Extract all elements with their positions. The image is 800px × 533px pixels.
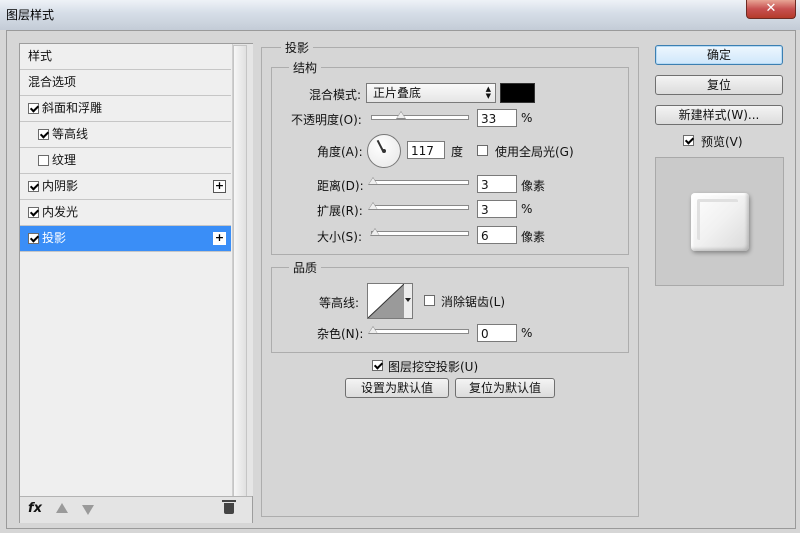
size-label: 大小(S): [317, 230, 363, 244]
sidebar-item-label: 等高线 [52, 127, 89, 141]
preview-thumbnail [655, 157, 784, 286]
knockout-checkbox[interactable] [372, 360, 383, 371]
style-list: 样式混合选项斜面和浮雕等高线纹理内阴影 + 内发光投影 + [20, 44, 231, 252]
move-up-icon[interactable] [56, 503, 68, 513]
select-arrows-icon: ▲ ▼ [485, 85, 491, 100]
sidebar-item[interactable]: 内阴影 + [20, 174, 231, 200]
sidebar-item-label: 内阴影 [42, 179, 79, 193]
noise-slider[interactable] [371, 329, 469, 334]
distance-label: 距离(D): [317, 179, 364, 193]
distance-slider[interactable] [371, 180, 469, 185]
sidebar-item-label: 投影 [42, 231, 67, 245]
antialias-label[interactable]: 消除锯齿(L) [441, 293, 505, 310]
sidebar-item-label: 样式 [28, 49, 53, 63]
size-unit: 像素 [521, 230, 546, 244]
add-effect-icon[interactable]: + [213, 180, 226, 193]
contour-curve-icon [368, 284, 404, 318]
trash-icon[interactable] [222, 500, 236, 514]
opacity-label: 不透明度(O): [291, 113, 362, 127]
title-bar[interactable]: 图层样式 ✕ [0, 0, 800, 30]
opacity-unit: % [521, 111, 533, 125]
distance-unit: 像素 [521, 179, 546, 193]
sidebar-item-label: 混合选项 [28, 75, 77, 89]
sidebar-item-label: 纹理 [52, 153, 77, 167]
noise-input[interactable]: 0 [477, 324, 517, 342]
blend-mode-select[interactable]: 正片叠底 ▲ ▼ [366, 83, 496, 103]
sidebar-item[interactable]: 内发光 [20, 200, 231, 226]
opacity-slider[interactable] [371, 115, 469, 120]
spread-label: 扩展(R): [317, 204, 363, 218]
dialog-body: 样式 混合选项 斜面和浮雕 等高线 纹理 内阴影 + 内发光 投影 + fx 投影 结构 混合模式… [6, 30, 796, 529]
size-input[interactable]: 6 [477, 226, 517, 244]
quality-title: 品质 [289, 259, 322, 276]
opacity-input[interactable]: 33 [477, 109, 517, 127]
noise-unit: % [521, 326, 533, 340]
blend-mode-value: 正片叠底 [373, 86, 422, 100]
sidebar-item-checkbox[interactable] [38, 129, 49, 140]
sidebar-item-checkbox[interactable] [28, 103, 39, 114]
noise-label: 杂色(N): [317, 327, 364, 341]
sidebar-item[interactable]: 混合选项 [20, 70, 231, 96]
close-button[interactable]: ✕ [746, 0, 796, 19]
angle-dial[interactable] [367, 134, 401, 168]
spread-slider[interactable] [371, 205, 469, 210]
contour-dropdown-icon[interactable] [404, 283, 413, 319]
sidebar-item[interactable]: 样式 [20, 44, 231, 70]
contour-label: 等高线: [319, 296, 360, 310]
sidebar-item[interactable]: 等高线 [20, 122, 231, 148]
sidebar-item[interactable]: 纹理 [20, 148, 231, 174]
reset-button[interactable]: 复位 [655, 75, 783, 95]
angle-input[interactable]: 117 [407, 141, 445, 159]
drop-shadow-title: 投影 [281, 39, 314, 56]
style-list-panel: 样式混合选项斜面和浮雕等高线纹理内阴影 + 内发光投影 + fx [19, 43, 253, 523]
shadow-color-swatch[interactable] [500, 83, 535, 103]
scrollbar-thumb[interactable] [233, 45, 247, 497]
sidebar-item-checkbox[interactable] [28, 233, 39, 244]
spread-unit: % [521, 202, 533, 216]
angle-center-dot [382, 149, 386, 153]
distance-input[interactable]: 3 [477, 175, 517, 193]
ok-button[interactable]: 确定 [655, 45, 783, 65]
contour-picker[interactable] [367, 283, 405, 319]
spread-slider-thumb[interactable] [368, 202, 378, 210]
preview-shape [691, 193, 749, 251]
blend-mode-label: 混合模式: [309, 88, 362, 102]
size-slider-thumb[interactable] [370, 228, 380, 236]
sidebar-item-checkbox[interactable] [38, 155, 49, 166]
make-default-button[interactable]: 设置为默认值 [345, 378, 449, 398]
add-effect-icon[interactable]: + [213, 232, 226, 245]
global-light-label[interactable]: 使用全局光(G) [495, 143, 574, 160]
antialias-checkbox[interactable] [424, 295, 435, 306]
sidebar-item-label: 内发光 [42, 205, 79, 219]
size-slider[interactable] [371, 231, 469, 236]
noise-slider-thumb[interactable] [368, 326, 378, 334]
reset-default-button[interactable]: 复位为默认值 [455, 378, 555, 398]
sidebar-item-checkbox[interactable] [28, 207, 39, 218]
style-list-toolbar: fx [20, 496, 252, 523]
move-down-icon[interactable] [82, 505, 94, 515]
window-title: 图层样式 [6, 8, 55, 22]
sidebar-item[interactable]: 斜面和浮雕 [20, 96, 231, 122]
sidebar-item-checkbox[interactable] [28, 181, 39, 192]
angle-label: 角度(A): [317, 145, 363, 159]
global-light-checkbox[interactable] [477, 145, 488, 156]
structure-title: 结构 [289, 59, 322, 76]
distance-slider-thumb[interactable] [368, 177, 378, 185]
sidebar-item[interactable]: 投影 + [20, 226, 231, 252]
opacity-slider-thumb[interactable] [396, 111, 406, 119]
preview-label[interactable]: 预览(V) [701, 133, 743, 150]
sidebar-item-label: 斜面和浮雕 [42, 101, 103, 115]
new-style-button[interactable]: 新建样式(W)... [655, 105, 783, 125]
fx-icon[interactable]: fx [28, 501, 42, 516]
layer-style-dialog: 图层样式 ✕ 样式 混合选项 斜面和浮雕 等高线 纹理 内阴影 + 内发光 投影 + fx 投影 … [0, 0, 800, 533]
angle-unit: 度 [451, 145, 464, 159]
preview-checkbox[interactable] [683, 135, 694, 146]
spread-input[interactable]: 3 [477, 200, 517, 218]
knockout-label[interactable]: 图层挖空投影(U) [388, 358, 478, 375]
